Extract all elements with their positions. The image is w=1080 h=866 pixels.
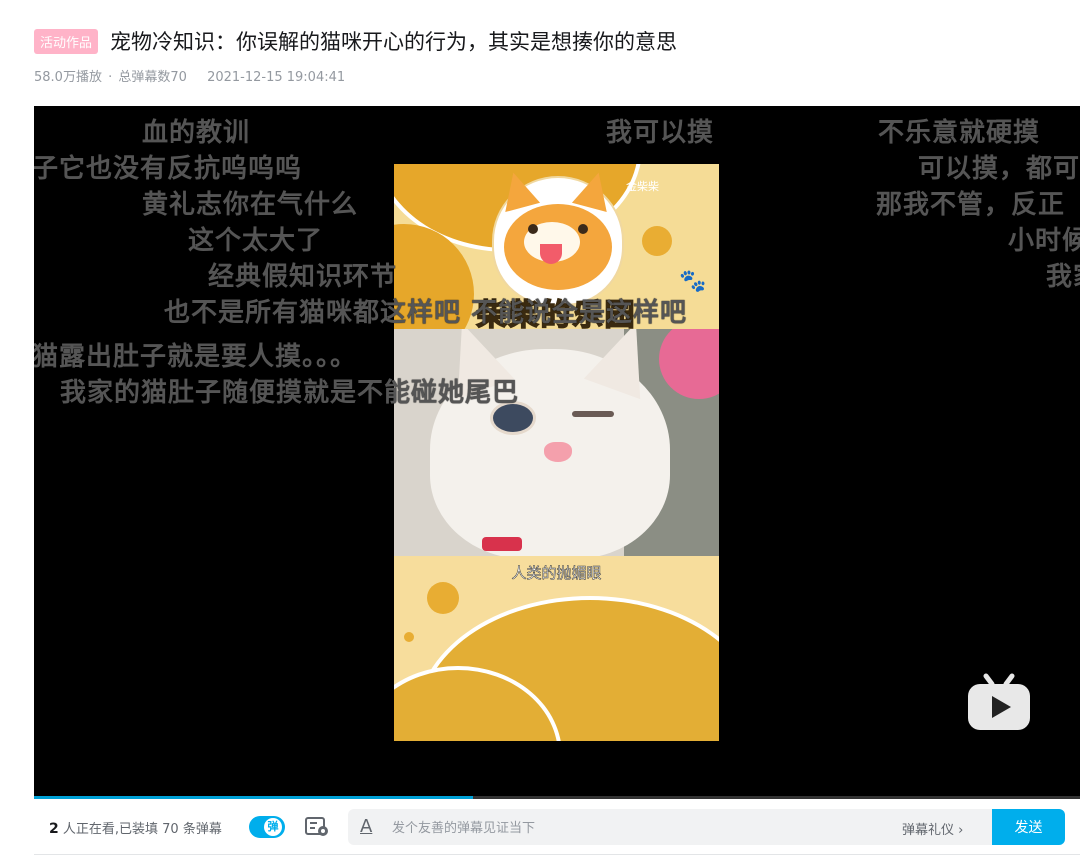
play-count: 58.0万播放 — [34, 70, 102, 85]
video-bottom-panel — [394, 556, 719, 741]
danmaku-toggle-label: 弹 — [264, 818, 282, 836]
dog-sticker — [494, 167, 622, 304]
viewer-count: 2 — [49, 821, 59, 837]
video-caption-mid: 人类的抛媚眼 — [511, 564, 602, 583]
viewer-info: 2 人正在看,已装填 70 条弹幕 — [49, 818, 222, 837]
danmaku-comment: 经典假知识环节 — [208, 262, 398, 292]
danmaku-comment: 黄礼志你在气什么 — [142, 190, 359, 220]
danmaku-settings-icon[interactable] — [305, 816, 329, 838]
danmaku-comment: 这个太大了 — [188, 226, 324, 256]
danmaku-input-wrapper: A 弹幕礼仪 › 发送 — [348, 809, 1065, 845]
danmaku-total: 总弹幕数70 — [118, 70, 187, 85]
meta-separator: · — [108, 70, 113, 85]
danmaku-send-bar: 2 人正在看,已装填 70 条弹幕 弹 A 弹幕礼仪 › 发送 — [34, 800, 1080, 855]
viewer-text: 人正在看,已装填 70 条弹幕 — [62, 822, 222, 837]
danmaku-comment: 也不是所有猫咪都这样吧 不能说全是这样吧 — [164, 298, 688, 328]
video-progress-bar[interactable] — [34, 796, 1080, 799]
send-button[interactable]: 发送 — [992, 809, 1065, 845]
video-player[interactable]: 🐾 金柴柴 柴柴的乐园 人类的抛媚眼 血的教训 子它也没有反抗呜呜呜 黄礼志你在… — [34, 106, 1080, 798]
danmaku-comment: 不乐意就硬摸 — [878, 118, 1041, 148]
publish-date: 2021-12-15 19:04:41 — [207, 70, 346, 85]
danmaku-comment: 那我不管，反正 — [876, 190, 1066, 220]
danmaku-etiquette-link[interactable]: 弹幕礼仪 › — [902, 819, 963, 838]
video-header: 活动作品 宠物冷知识：你误解的猫咪开心的行为，其实是想揍你的意思 — [34, 26, 1070, 56]
video-watermark: 金柴柴 — [626, 180, 659, 193]
video-meta: 58.0万播放 · 总弹幕数70 2021-12-15 19:04:41 — [34, 66, 347, 85]
danmaku-comment: 子它也没有反抗呜呜呜 — [34, 154, 303, 184]
danmaku-input[interactable] — [390, 815, 894, 841]
video-content: 🐾 金柴柴 柴柴的乐园 人类的抛媚眼 — [394, 164, 719, 741]
video-title: 宠物冷知识：你误解的猫咪开心的行为，其实是想揍你的意思 — [110, 30, 678, 54]
danmaku-toggle[interactable]: 弹 — [249, 816, 285, 838]
progress-fill — [34, 796, 474, 799]
danmaku-comment: 血的教训 — [142, 118, 251, 148]
danmaku-comment: 猫露出肚子就是要人摸。。。 — [34, 342, 358, 372]
danmaku-comment: 我家 — [1046, 262, 1080, 292]
danmaku-comment: 我可以摸 — [606, 118, 715, 148]
danmaku-comment: 我家的猫肚子随便摸就是不能碰她尾巴 — [60, 378, 520, 408]
cat-photo — [394, 329, 719, 556]
danmaku-comment: 可以摸，都可 — [918, 154, 1080, 184]
font-style-icon[interactable]: A — [360, 816, 372, 837]
activity-badge[interactable]: 活动作品 — [34, 28, 99, 54]
danmaku-comment: 小时候 — [1008, 226, 1080, 256]
play-button-icon[interactable] — [966, 672, 1032, 732]
